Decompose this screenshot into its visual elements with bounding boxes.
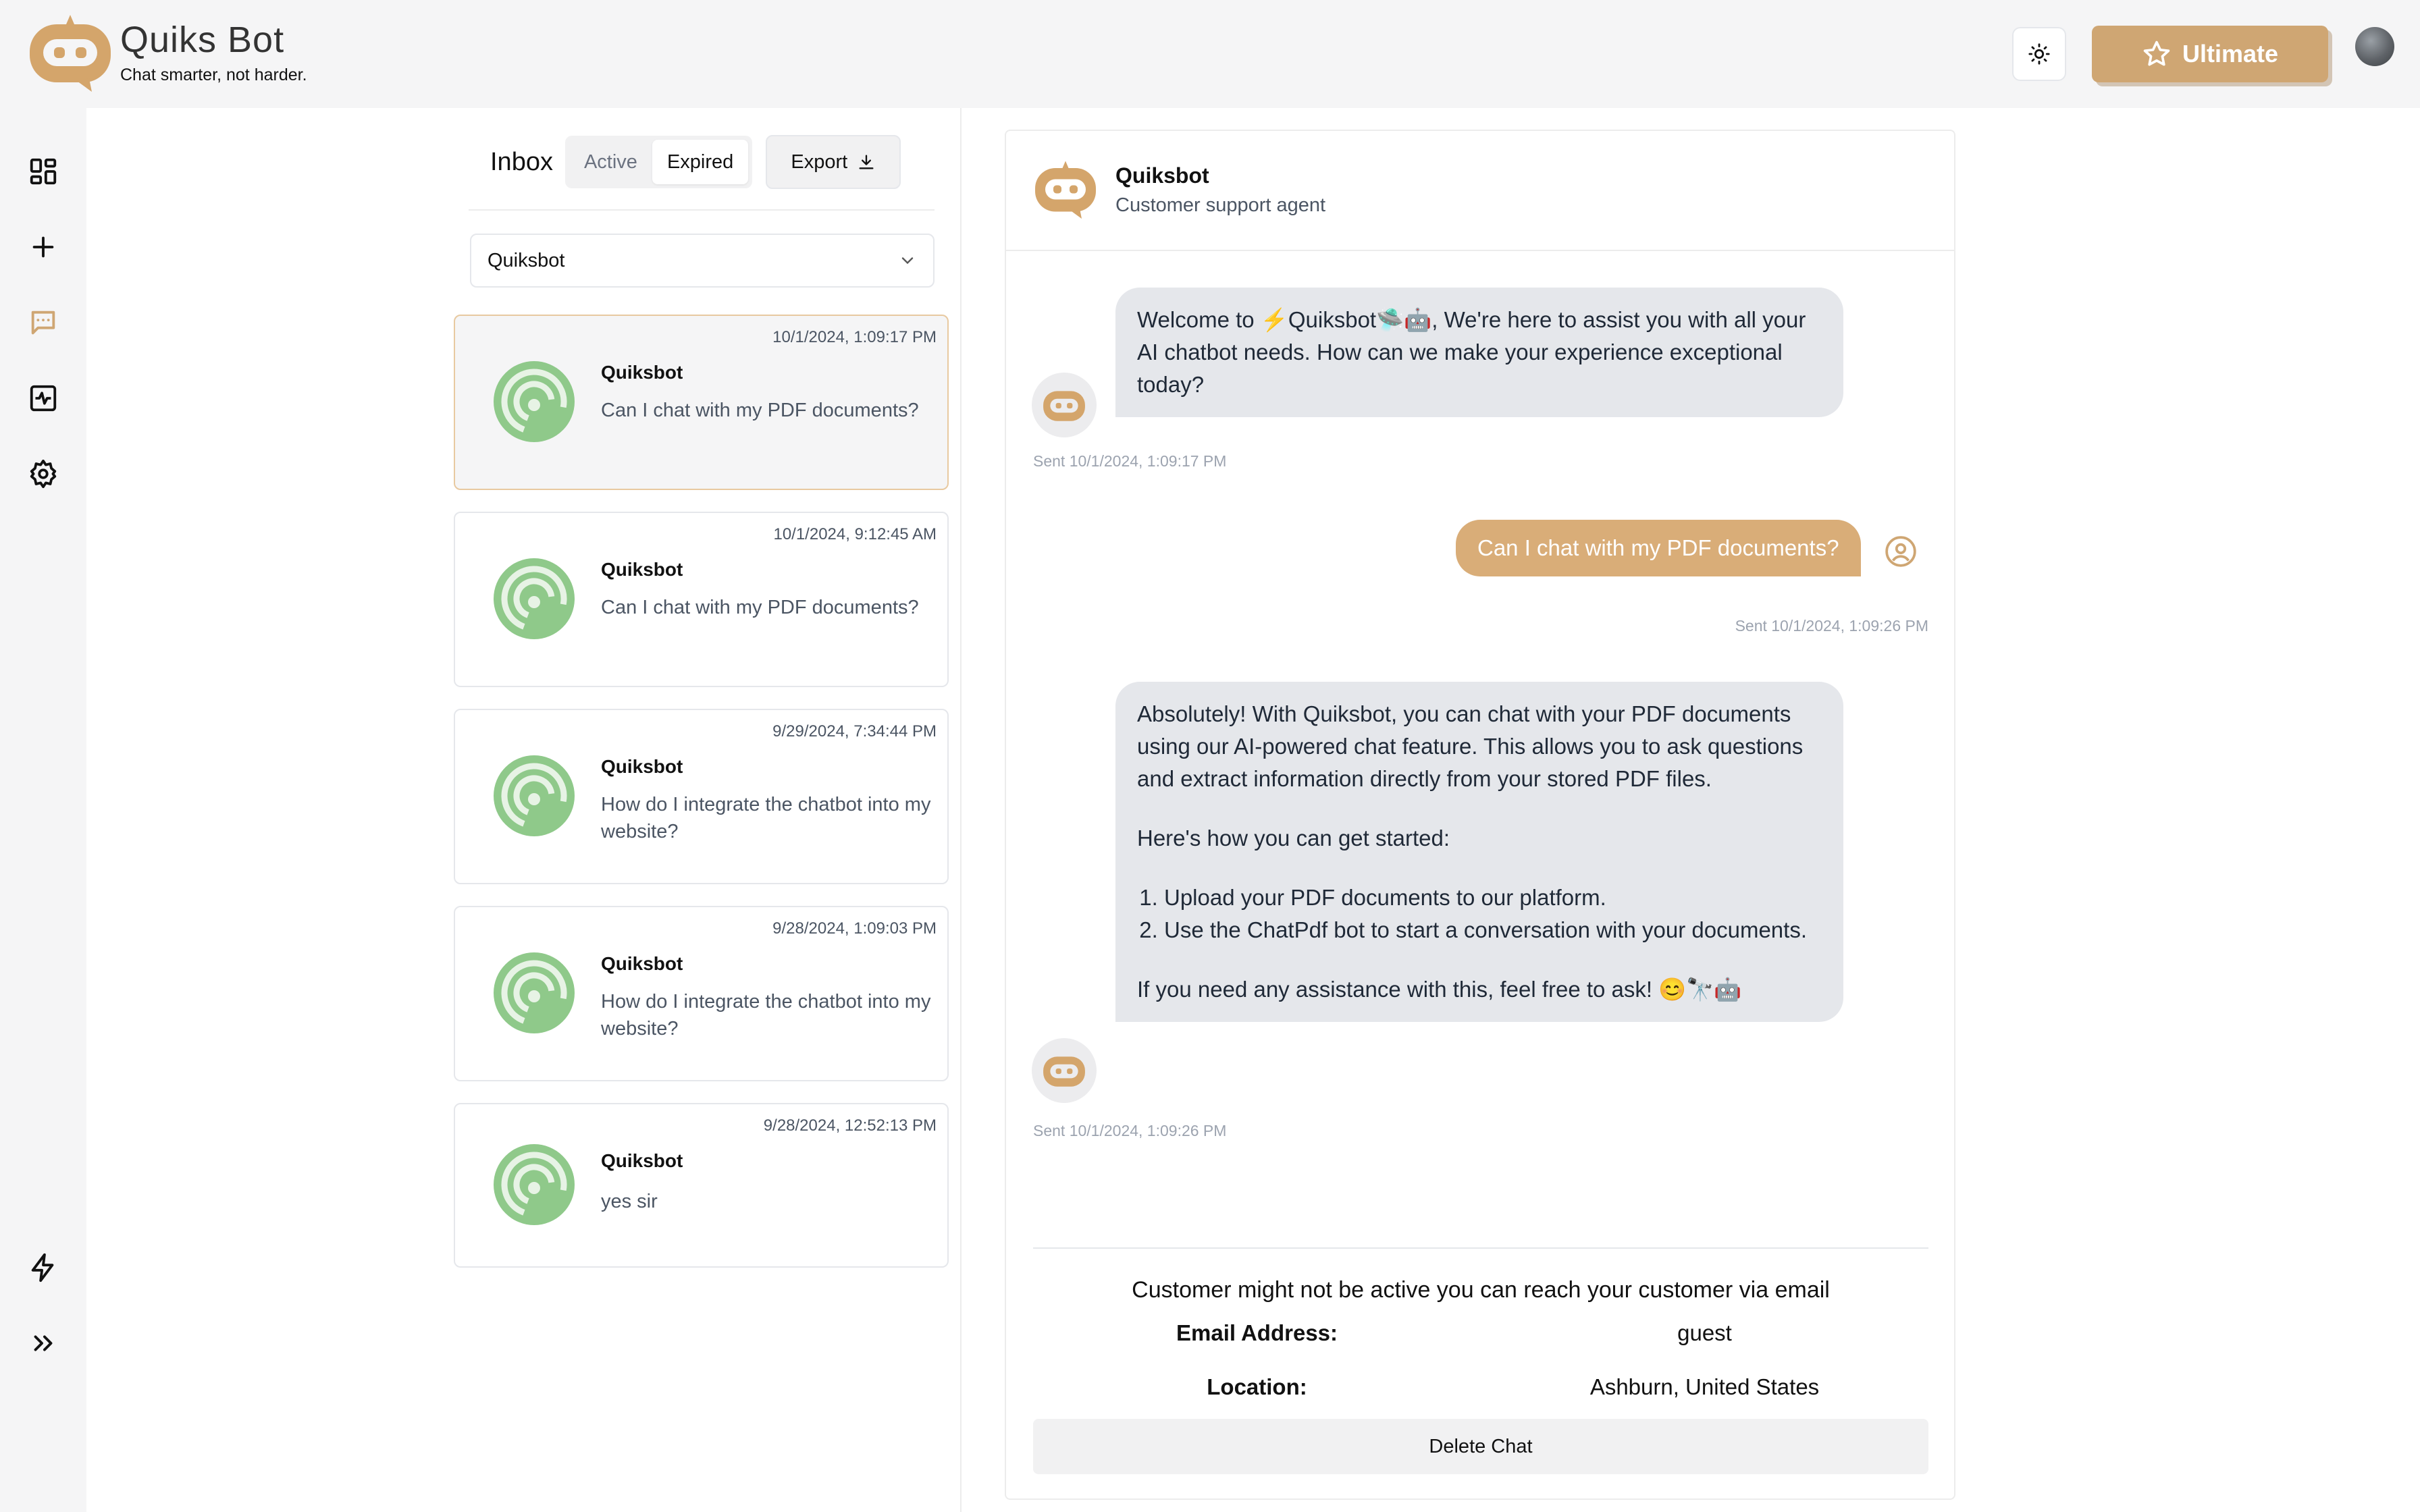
conversation-name: Quiksbot <box>601 756 683 777</box>
chat-header: Quiksbot Customer support agent <box>1006 131 1954 251</box>
conversation-name: Quiksbot <box>601 1150 683 1171</box>
message-paragraph: Absolutely! With Quiksbot, you can chat … <box>1137 701 1804 791</box>
user-message: Can I chat with my PDF documents? <box>1456 520 1861 576</box>
tab-expired[interactable]: Expired <box>652 140 749 184</box>
bot-avatar <box>1032 373 1097 437</box>
chat-bot-name: Quiksbot <box>1115 163 1209 188</box>
user-avatar[interactable] <box>2355 27 2394 66</box>
broadcast-avatar-icon <box>494 755 575 836</box>
broadcast-avatar-icon <box>494 361 575 442</box>
sun-icon <box>2028 43 2050 65</box>
broadcast-avatar-icon <box>494 952 575 1033</box>
top-header: Quiks Bot Chat smarter, not harder. Ulti… <box>0 0 2420 108</box>
message-timestamp: Sent 10/1/2024, 1:09:26 PM <box>1735 617 1928 634</box>
chat-bot-role: Customer support agent <box>1115 194 1326 216</box>
divider <box>1033 1247 1928 1249</box>
user-circle-icon <box>1885 536 1916 567</box>
divider <box>469 209 935 211</box>
download-icon <box>859 155 874 169</box>
conversation-date: 9/29/2024, 7:34:44 PM <box>772 722 937 740</box>
chat-panel: Quiksbot Customer support agent Welcome … <box>1005 130 1955 1500</box>
app-title: Quiks Bot <box>120 19 285 60</box>
conversation-preview: yes sir <box>601 1191 658 1212</box>
email-label: Email Address: <box>1176 1320 1338 1345</box>
broadcast-avatar-icon <box>494 1144 575 1225</box>
settings-icon[interactable] <box>27 458 59 490</box>
message-timestamp: Sent 10/1/2024, 1:09:17 PM <box>1033 452 1227 470</box>
message-step: Upload your PDF documents to our platfor… <box>1164 882 1822 914</box>
conversation-date: 9/28/2024, 1:09:03 PM <box>772 919 937 938</box>
plus-icon[interactable] <box>27 231 59 263</box>
delete-chat-button[interactable]: Delete Chat <box>1033 1419 1928 1474</box>
star-icon <box>2143 40 2170 66</box>
inbox-column: Inbox Active Expired Export Quiksbot 10/… <box>86 108 962 1512</box>
conversation-preview: How do I integrate the chatbot into my w… <box>601 991 931 1040</box>
conversation-preview: How do I integrate the chatbot into my w… <box>601 794 931 842</box>
tab-active[interactable]: Active <box>569 140 652 184</box>
conversation-preview: Can I chat with my PDF documents? <box>601 597 919 618</box>
message-step: Use the ChatPdf bot to start a conversat… <box>1164 914 1822 946</box>
brand[interactable]: Quiks Bot Chat smarter, not harder. <box>27 11 307 92</box>
conversation-name: Quiksbot <box>601 559 683 580</box>
inbox-header: Inbox Active Expired Export <box>490 135 901 189</box>
message-paragraph: If you need any assistance with this, fe… <box>1137 977 1742 1002</box>
conversation-preview: Can I chat with my PDF documents? <box>601 400 919 421</box>
bolt-icon[interactable] <box>27 1251 59 1284</box>
ultimate-label: Ultimate <box>2182 40 2279 68</box>
message-timestamp: Sent 10/1/2024, 1:09:26 PM <box>1033 1122 1227 1139</box>
conversation-date: 10/1/2024, 9:12:45 AM <box>773 525 937 543</box>
bot-logo-icon <box>1043 1056 1085 1087</box>
bot-logo-icon <box>1043 391 1085 421</box>
message-steps: Upload your PDF documents to our platfor… <box>1164 882 1822 946</box>
conversation-item[interactable]: 9/29/2024, 7:34:44 PM Quiksbot How do I … <box>454 709 949 884</box>
message-paragraph: Here's how you can get started: <box>1137 826 1450 850</box>
app-tagline: Chat smarter, not harder. <box>120 65 307 84</box>
bot-select-value: Quiksbot <box>488 249 565 271</box>
bot-message: Absolutely! With Quiksbot, you can chat … <box>1115 682 1843 1022</box>
bot-select-dropdown[interactable]: Quiksbot <box>470 234 935 288</box>
chevron-down-icon <box>901 257 914 265</box>
ultimate-upgrade-button[interactable]: Ultimate <box>2092 26 2328 82</box>
bot-avatar <box>1032 1038 1097 1103</box>
conversation-item[interactable]: 9/28/2024, 1:09:03 PM Quiksbot How do I … <box>454 906 949 1081</box>
broadcast-avatar-icon <box>494 558 575 639</box>
theme-toggle-button[interactable] <box>2012 27 2066 81</box>
export-button[interactable]: Export <box>766 135 901 189</box>
expand-icon[interactable] <box>27 1327 59 1359</box>
customer-note: Customer might not be active you can rea… <box>1132 1277 1830 1303</box>
conversation-name: Quiksbot <box>601 362 683 383</box>
inbox-tabs: Active Expired <box>564 136 753 188</box>
bot-logo-icon <box>30 15 111 92</box>
inbox-title: Inbox <box>490 147 553 176</box>
email-value: guest <box>1677 1320 1732 1345</box>
bot-logo-icon <box>1035 161 1096 219</box>
conversation-date: 9/28/2024, 12:52:13 PM <box>763 1116 937 1135</box>
export-label: Export <box>791 151 848 173</box>
left-rail <box>0 108 86 1512</box>
dashboard-icon[interactable] <box>27 155 59 188</box>
location-label: Location: <box>1207 1374 1307 1399</box>
bot-message: Welcome to ⚡Quiksbot🛸🤖, We're here to as… <box>1115 288 1843 417</box>
conversation-name: Quiksbot <box>601 953 683 974</box>
conversation-item[interactable]: 10/1/2024, 9:12:45 AM Quiksbot Can I cha… <box>454 512 949 687</box>
activity-icon[interactable] <box>27 382 59 414</box>
chat-icon[interactable] <box>27 306 59 339</box>
conversation-date: 10/1/2024, 1:09:17 PM <box>772 328 937 346</box>
conversation-item[interactable]: 9/28/2024, 12:52:13 PM Quiksbot yes sir <box>454 1103 949 1268</box>
location-value: Ashburn, United States <box>1589 1374 1820 1399</box>
conversation-item[interactable]: 10/1/2024, 1:09:17 PM Quiksbot Can I cha… <box>454 315 949 490</box>
